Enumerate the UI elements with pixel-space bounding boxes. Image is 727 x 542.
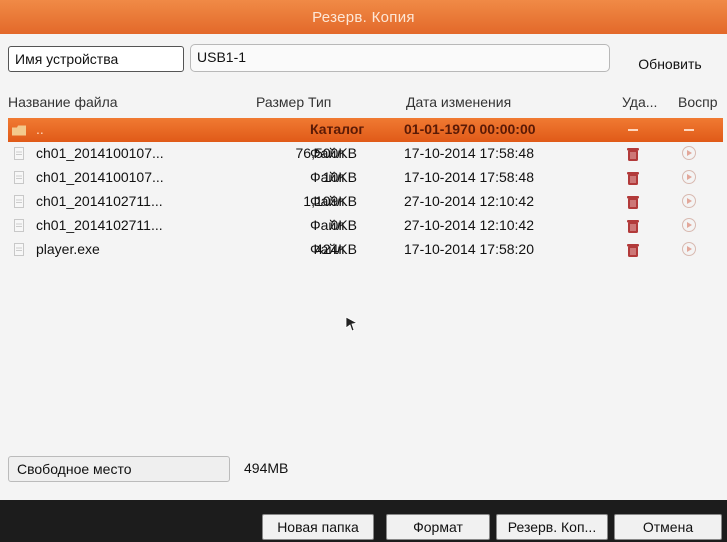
- delete-icon[interactable]: [626, 146, 640, 162]
- free-space-row: Свободное место 494MB: [8, 456, 720, 482]
- file-row[interactable]: ch01_2014100107... 76,500KB Файл 17-10-2014…: [8, 142, 723, 166]
- file-list: .. Каталог 01-01-1970 00:00:00 ch01_2014100…: [8, 118, 723, 262]
- play-icon[interactable]: [682, 170, 696, 184]
- file-type: Файл: [310, 241, 345, 257]
- file-row[interactable]: ch01_2014102711... 0KB Файл 27-10-2014 12:1…: [8, 214, 723, 238]
- window-title: Резерв. Копия: [0, 0, 727, 34]
- format-button[interactable]: Формат: [386, 514, 490, 540]
- file-date: 17-10-2014 17:58:48: [404, 145, 534, 161]
- file-name: player.exe: [36, 241, 100, 257]
- new-folder-button[interactable]: Новая папка: [262, 514, 374, 540]
- file-date: 27-10-2014 12:10:42: [404, 217, 534, 233]
- file-name: ch01_2014100107...: [36, 169, 164, 185]
- device-row: Имя устройства USB1-1 Обновить: [8, 44, 720, 74]
- play-icon[interactable]: [682, 218, 696, 232]
- column-delete[interactable]: Уда...: [622, 94, 657, 110]
- file-icon: [14, 171, 24, 184]
- column-size-type[interactable]: Размер Тип: [256, 94, 331, 110]
- file-icon: [14, 195, 24, 208]
- file-name: ..: [36, 121, 44, 137]
- footer-bar: Новая папка Формат Резерв. Коп... Отмена: [0, 500, 727, 542]
- folder-icon: [12, 125, 26, 136]
- play-icon[interactable]: [682, 146, 696, 160]
- delete-icon[interactable]: [626, 194, 640, 210]
- backup-window: Резерв. Копия Имя устройства USB1-1 Обно…: [0, 0, 727, 542]
- play-icon[interactable]: [682, 194, 696, 208]
- file-type: Файл: [310, 169, 345, 185]
- mouse-cursor-icon: [345, 316, 359, 332]
- play-icon[interactable]: [682, 242, 696, 256]
- file-row[interactable]: player.exe 424KB Файл 17-10-2014 17:58:20: [8, 238, 723, 262]
- file-type: Каталог: [310, 121, 365, 137]
- device-select[interactable]: USB1-1: [190, 44, 610, 72]
- backup-panel: Имя устройства USB1-1 Обновить Название …: [0, 34, 727, 500]
- file-date: 27-10-2014 12:10:42: [404, 193, 534, 209]
- play-disabled: [684, 129, 694, 131]
- column-file-name[interactable]: Название файла: [8, 94, 118, 110]
- file-date: 17-10-2014 17:58:20: [404, 241, 534, 257]
- file-icon: [14, 243, 24, 256]
- delete-icon[interactable]: [626, 218, 640, 234]
- device-name-label: Имя устройства: [8, 46, 184, 72]
- column-date[interactable]: Дата изменения: [406, 94, 511, 110]
- file-name: ch01_2014100107...: [36, 145, 164, 161]
- refresh-button[interactable]: Обновить: [620, 44, 720, 74]
- free-space-label: Свободное место: [8, 456, 230, 482]
- file-row[interactable]: .. Каталог 01-01-1970 00:00:00: [8, 118, 723, 142]
- file-date: 01-01-1970 00:00:00: [404, 121, 536, 137]
- file-date: 17-10-2014 17:58:48: [404, 169, 534, 185]
- delete-icon[interactable]: [626, 242, 640, 258]
- column-play[interactable]: Воспр: [678, 94, 718, 110]
- delete-disabled: [628, 129, 638, 131]
- backup-button[interactable]: Резерв. Коп...: [496, 514, 608, 540]
- file-name: ch01_2014102711...: [36, 193, 163, 209]
- file-icon: [14, 219, 24, 232]
- delete-icon[interactable]: [626, 170, 640, 186]
- file-row[interactable]: ch01_2014100107... 10KB Файл 17-10-2014 17:…: [8, 166, 723, 190]
- free-space-value: 494MB: [244, 460, 289, 476]
- file-type: Файл: [310, 217, 345, 233]
- file-type: Файл: [310, 145, 345, 161]
- file-row[interactable]: ch01_2014102711... 1,109KB Файл 27-10-2014 …: [8, 190, 723, 214]
- file-icon: [14, 147, 24, 160]
- file-type: Файл: [310, 193, 345, 209]
- file-table-header: Название файла Размер Тип Дата изменения…: [8, 92, 723, 114]
- cancel-button[interactable]: Отмена: [614, 514, 722, 540]
- file-name: ch01_2014102711...: [36, 217, 163, 233]
